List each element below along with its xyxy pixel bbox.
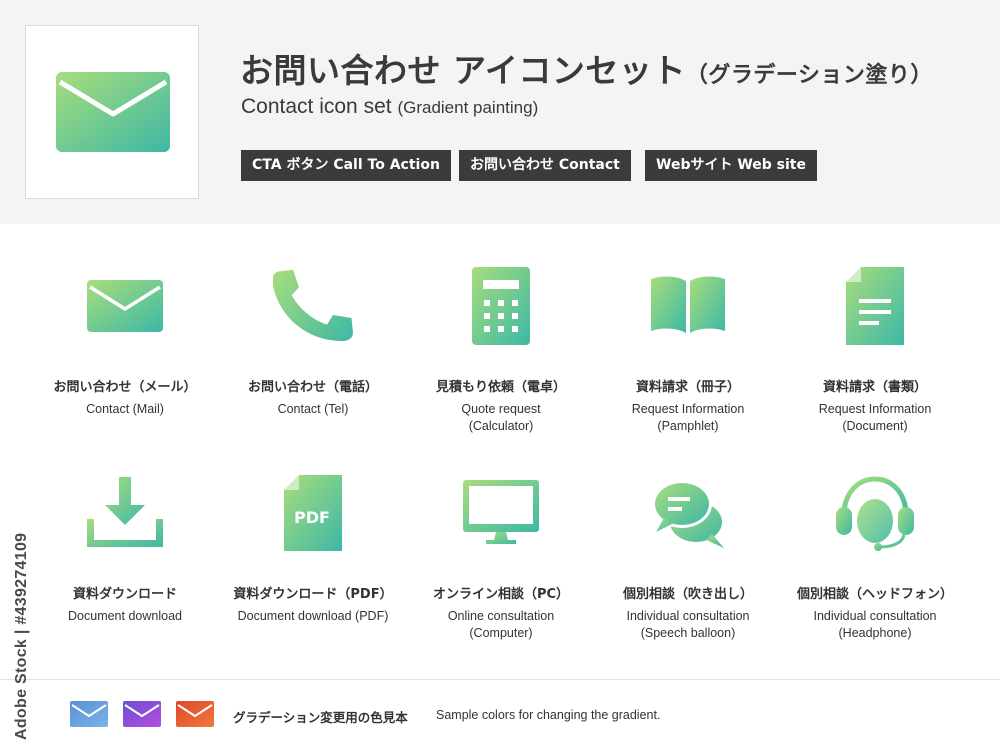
icon-cell-headset: 個別相談（ヘッドフォン） Individual consultation (He… xyxy=(775,470,975,650)
icon-label-jp: お問い合わせ（電話） xyxy=(247,380,378,395)
icon-label-jp: 見積もり依頼（電卓） xyxy=(435,380,566,395)
tag-contact: お問い合わせ Contact xyxy=(459,150,631,181)
icon-label-jp: お問い合わせ（メール） xyxy=(53,380,197,395)
mail-icon xyxy=(87,280,163,332)
sample-colors-label-en: Sample colors for changing the gradient. xyxy=(436,708,661,722)
calculator-icon xyxy=(472,267,530,345)
icon-cell-speech-bubble: 個別相談（吹き出し） Individual consultation (Spee… xyxy=(588,470,788,650)
icon-label-jp: 資料請求（書類） xyxy=(822,380,927,395)
icon-label-en: Document download xyxy=(68,609,182,623)
mail-icon xyxy=(70,701,108,727)
icon-cell-monitor: オンライン相談（PC） Online consultation (Compute… xyxy=(401,470,601,650)
footer-divider xyxy=(0,679,1000,680)
hero-icon-box xyxy=(25,25,199,199)
icon-label-en: Contact (Tel) xyxy=(277,402,349,416)
icon-label-en: Request Information (Document) xyxy=(818,402,932,433)
icon-label-jp: オンライン相談（PC） xyxy=(432,587,570,602)
icon-label-en: Request Information (Pamphlet) xyxy=(631,402,745,433)
icon-cell-calculator: 見積もり依頼（電卓） Quote request (Calculator) xyxy=(401,262,601,442)
icon-label-en: Online consultation (Computer) xyxy=(447,609,555,640)
icon-label-en: Quote request (Calculator) xyxy=(461,402,541,433)
download-icon xyxy=(87,477,163,547)
icon-label-jp: 資料請求（冊子） xyxy=(635,380,740,395)
tag-website: Webサイト Web site xyxy=(645,150,817,181)
speech-bubble-icon xyxy=(652,480,724,548)
mail-icon xyxy=(56,72,170,152)
mail-icon xyxy=(176,701,214,727)
icon-cell-document: 資料請求（書類） Request Information (Document) xyxy=(775,262,975,442)
icon-cell-pdf: PDF 資料ダウンロード（PDF） Document download (PDF… xyxy=(213,470,413,650)
phone-icon xyxy=(273,269,353,341)
sample-colors-label-jp: グラデーション変更用の色見本 xyxy=(233,710,408,725)
icon-cell-phone: お問い合わせ（電話） Contact (Tel) xyxy=(213,262,413,442)
page-title: お問い合わせ アイコンセット（グラデーション塗り） xyxy=(240,51,933,90)
icon-cell-book: 資料請求（冊子） Request Information (Pamphlet) xyxy=(588,262,788,442)
icon-label-en: Individual consultation (Headphone) xyxy=(813,609,937,640)
pdf-icon: PDF xyxy=(284,475,342,551)
icon-label-en: Document download (PDF) xyxy=(237,609,389,623)
headset-icon xyxy=(836,476,914,551)
icon-label-jp: 個別相談（ヘッドフォン） xyxy=(796,587,953,602)
icon-label-jp: 個別相談（吹き出し） xyxy=(622,587,753,602)
monitor-icon xyxy=(463,480,539,544)
mail-icon xyxy=(123,701,161,727)
stock-id-watermark: Adobe Stock | #439274109 xyxy=(13,532,30,740)
icon-label-en: Individual consultation (Speech balloon) xyxy=(626,609,750,640)
document-icon xyxy=(846,267,904,345)
tag-cta: CTA ボタン Call To Action xyxy=(241,150,451,181)
page-subtitle: Contact icon set (Gradient painting) xyxy=(241,95,539,118)
icon-label-jp: 資料ダウンロード xyxy=(72,587,177,602)
icon-cell-mail: お問い合わせ（メール） Contact (Mail) xyxy=(25,262,225,442)
icon-label-jp: 資料ダウンロード（PDF） xyxy=(233,587,393,602)
icon-label-en: Contact (Mail) xyxy=(86,402,164,416)
book-icon xyxy=(651,276,725,333)
pdf-glyph-text: PDF xyxy=(294,508,330,527)
icon-cell-download: 資料ダウンロード Document download xyxy=(25,470,225,650)
